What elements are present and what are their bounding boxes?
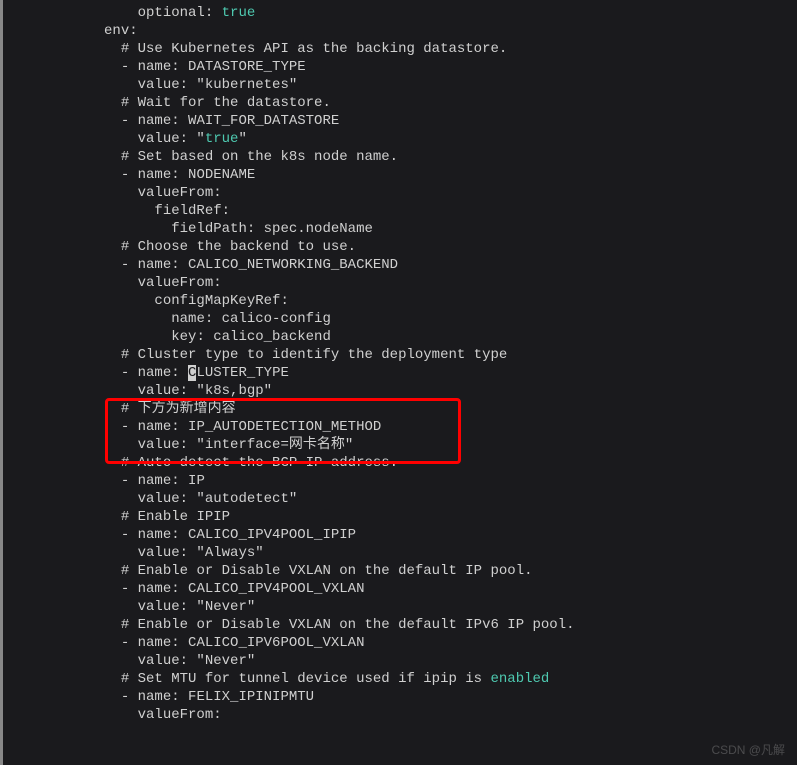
code-segment: # Use Kubernetes API as the backing data… <box>121 41 507 57</box>
code-segment: valueFrom: <box>138 275 222 291</box>
code-segment: enabled <box>491 671 550 687</box>
code-segment: - name: <box>121 365 188 381</box>
code-segment: LUSTER_TYPE <box>196 365 288 381</box>
code-segment: value: "Always" <box>138 545 264 561</box>
code-segment: # 下方为新增内容 <box>121 401 236 417</box>
code-segment: - name: IP_AUTODETECTION_METHOD <box>121 419 381 435</box>
code-segment: # Choose the backend to use. <box>121 239 356 255</box>
code-line: - name: CALICO_IPV4POOL_VXLAN <box>0 580 797 598</box>
code-line: value: "k8s,bgp" <box>0 382 797 400</box>
code-segment: env: <box>104 23 138 39</box>
code-line: - name: CALICO_IPV6POOL_VXLAN <box>0 634 797 652</box>
code-segment: configMapKeyRef: <box>154 293 288 309</box>
code-line: env: <box>0 22 797 40</box>
code-line: # Set MTU for tunnel device used if ipip… <box>0 670 797 688</box>
code-line: # Set based on the k8s node name. <box>0 148 797 166</box>
code-segment: # Auto-detect the BGP IP address. <box>121 455 398 471</box>
code-line: - name: IP_AUTODETECTION_METHOD <box>0 418 797 436</box>
code-line: key: calico_backend <box>0 328 797 346</box>
code-segment: - name: NODENAME <box>121 167 255 183</box>
code-segment <box>213 5 221 21</box>
code-line: value: "Never" <box>0 652 797 670</box>
code-line: # Enable or Disable VXLAN on the default… <box>0 616 797 634</box>
code-line: value: "Always" <box>0 544 797 562</box>
code-segment: value: " <box>138 131 205 147</box>
code-segment: value: "Never" <box>138 599 256 615</box>
code-line: fieldRef: <box>0 202 797 220</box>
code-segment: true <box>222 5 256 21</box>
code-segment: fieldRef: <box>154 203 230 219</box>
code-segment: # Enable or Disable VXLAN on the default… <box>121 617 575 633</box>
code-line: # Enable IPIP <box>0 508 797 526</box>
code-line: # Use Kubernetes API as the backing data… <box>0 40 797 58</box>
code-line: configMapKeyRef: <box>0 292 797 310</box>
code-line: # Cluster type to identify the deploymen… <box>0 346 797 364</box>
code-segment: # Set based on the k8s node name. <box>121 149 398 165</box>
code-segment: fieldPath: spec.nodeName <box>171 221 373 237</box>
code-segment: - name: WAIT_FOR_DATASTORE <box>121 113 339 129</box>
code-line: fieldPath: spec.nodeName <box>0 220 797 238</box>
code-segment: - name: CALICO_IPV4POOL_VXLAN <box>121 581 365 597</box>
code-block: optional: true env: # Use Kubernetes API… <box>0 0 797 724</box>
code-line: # Auto-detect the BGP IP address. <box>0 454 797 472</box>
code-line: valueFrom: <box>0 274 797 292</box>
code-segment: value: "kubernetes" <box>138 77 298 93</box>
code-segment: # Cluster type to identify the deploymen… <box>121 347 507 363</box>
code-line: - name: WAIT_FOR_DATASTORE <box>0 112 797 130</box>
code-segment: # Enable or Disable VXLAN on the default… <box>121 563 533 579</box>
code-line: value: "interface=网卡名称" <box>0 436 797 454</box>
code-segment: valueFrom: <box>138 707 222 723</box>
code-line: valueFrom: <box>0 184 797 202</box>
code-line: value: "true" <box>0 130 797 148</box>
code-line: # Wait for the datastore. <box>0 94 797 112</box>
code-line: value: "Never" <box>0 598 797 616</box>
code-segment: value: "autodetect" <box>138 491 298 507</box>
code-line: # Enable or Disable VXLAN on the default… <box>0 562 797 580</box>
code-line: - name: CALICO_NETWORKING_BACKEND <box>0 256 797 274</box>
code-segment: - name: DATASTORE_TYPE <box>121 59 306 75</box>
code-segment: true <box>205 131 239 147</box>
code-segment: - name: CALICO_NETWORKING_BACKEND <box>121 257 398 273</box>
code-segment: - name: FELIX_IPINIPMTU <box>121 689 314 705</box>
code-line: # Choose the backend to use. <box>0 238 797 256</box>
code-segment: # Enable IPIP <box>121 509 230 525</box>
code-segment: # Set MTU for tunnel device used if ipip… <box>121 671 491 687</box>
code-line: valueFrom: <box>0 706 797 724</box>
code-segment: optional: <box>138 5 214 21</box>
code-segment: - name: CALICO_IPV6POOL_VXLAN <box>121 635 365 651</box>
code-segment: value: "Never" <box>138 653 256 669</box>
code-segment: name: calico-config <box>171 311 331 327</box>
code-line: value: "kubernetes" <box>0 76 797 94</box>
code-segment: value: "interface=网卡名称" <box>138 437 354 453</box>
code-line: - name: FELIX_IPINIPMTU <box>0 688 797 706</box>
code-segment: - name: CALICO_IPV4POOL_IPIP <box>121 527 356 543</box>
code-line: optional: true <box>0 4 797 22</box>
code-line: - name: NODENAME <box>0 166 797 184</box>
code-segment: valueFrom: <box>138 185 222 201</box>
code-line: name: calico-config <box>0 310 797 328</box>
code-line: - name: CALICO_IPV4POOL_IPIP <box>0 526 797 544</box>
code-segment: - name: IP <box>121 473 205 489</box>
code-line: value: "autodetect" <box>0 490 797 508</box>
code-segment: " <box>238 131 246 147</box>
code-segment: # Wait for the datastore. <box>121 95 331 111</box>
code-line: # 下方为新增内容 <box>0 400 797 418</box>
watermark-text: CSDN @凡解 <box>711 741 785 759</box>
code-line: - name: IP <box>0 472 797 490</box>
code-line: - name: CLUSTER_TYPE <box>0 364 797 382</box>
code-segment: key: calico_backend <box>171 329 331 345</box>
code-line: - name: DATASTORE_TYPE <box>0 58 797 76</box>
code-segment: value: "k8s,bgp" <box>138 383 272 399</box>
